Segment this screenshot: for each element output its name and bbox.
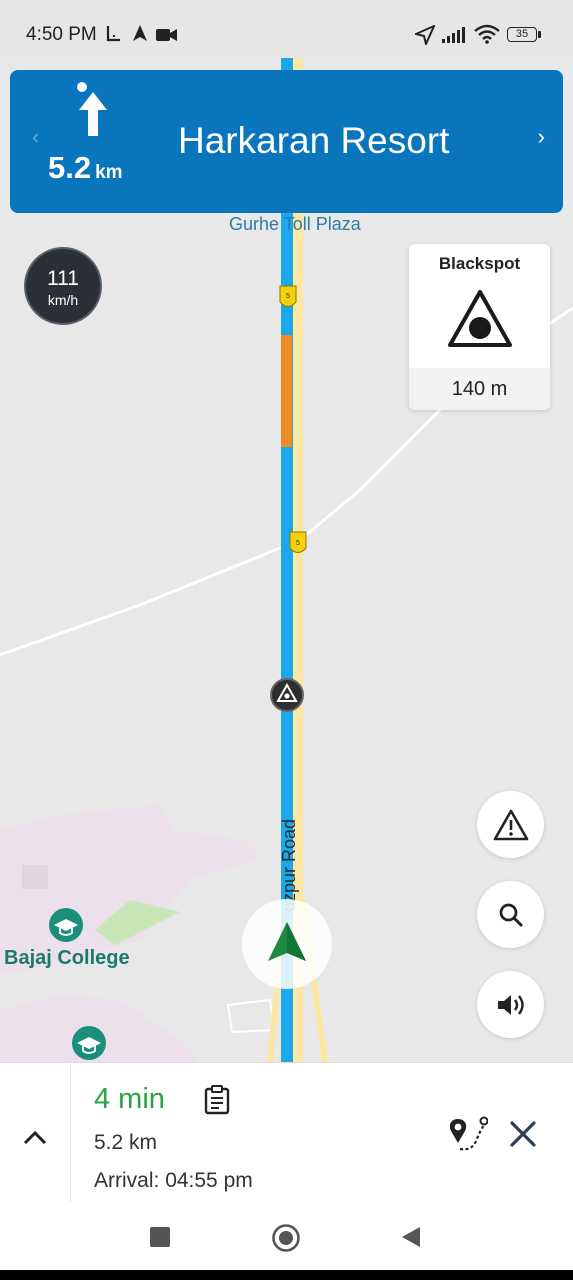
battery-level: 35: [515, 28, 529, 40]
trip-summary-panel: 4 min 5.2 km Arrival: 04:55 pm: [0, 1062, 573, 1203]
battery-tip: [538, 31, 541, 38]
road-label: ozpur Road: [279, 819, 299, 912]
home-button[interactable]: [271, 1223, 301, 1253]
straight-arrow-icon: [77, 82, 107, 136]
back-button[interactable]: [400, 1225, 422, 1249]
poi-label[interactable]: Bajaj College: [4, 947, 130, 970]
cell-signal-icon: [442, 27, 465, 43]
battery-icon: 35: [507, 27, 537, 42]
arrival-label: Arrival:: [94, 1169, 160, 1192]
system-navigation-bar: [0, 1202, 573, 1270]
svg-text:5: 5: [286, 293, 290, 300]
chevron-up-icon: [23, 1130, 47, 1145]
maneuver-distance-value: 5.2: [48, 150, 92, 185]
blackspot-marker-icon[interactable]: [270, 678, 304, 712]
maneuver-distance-unit: km: [95, 162, 123, 183]
search-icon: [499, 903, 522, 926]
search-button[interactable]: [477, 881, 544, 948]
chevron-left-icon[interactable]: ‹: [32, 124, 39, 150]
video-camera-icon: [156, 29, 177, 41]
warning-triangle-icon: [448, 290, 512, 347]
speed-value: 111: [47, 267, 79, 290]
volume-icon: [497, 994, 524, 1015]
highway-shield-icon: 5: [279, 285, 297, 307]
maneuver-distance: 5.2 km: [48, 150, 123, 186]
chevron-right-icon[interactable]: ›: [538, 124, 545, 150]
clipboard-icon[interactable]: [204, 1085, 230, 1115]
speed-unit: km/h: [47, 292, 79, 308]
blackspot-title: Blackspot: [438, 254, 521, 273]
location-arrow-icon: [415, 25, 435, 45]
panel-divider: [70, 1063, 71, 1203]
status-bar: 4:50 PM 35: [0, 0, 573, 58]
wifi-icon: [474, 24, 500, 44]
navigation-arrow-icon: [133, 25, 147, 41]
arrival-info: Arrival: 04:55 pm: [94, 1169, 253, 1193]
blackspot-distance: 140 m: [451, 378, 508, 400]
svg-text:5: 5: [296, 540, 300, 547]
recents-button[interactable]: [150, 1227, 170, 1247]
arrival-time: 04:55 pm: [165, 1169, 253, 1192]
usb-debug-icon: [106, 26, 120, 42]
college-pin-icon[interactable]: [72, 1026, 106, 1060]
college-pin-icon[interactable]: [49, 908, 83, 942]
highway-shield-icon: 5: [289, 531, 307, 553]
close-icon[interactable]: [508, 1119, 538, 1149]
expand-button[interactable]: [12, 1118, 58, 1158]
report-alert-button[interactable]: [477, 791, 544, 858]
navigation-banner[interactable]: ‹ 5.2 km Harkaran Resort ›: [10, 70, 563, 213]
blackspot-alert-card[interactable]: Blackspot 140 m: [409, 244, 550, 410]
volume-button[interactable]: [477, 971, 544, 1038]
status-time: 4:50 PM: [26, 24, 97, 45]
trip-duration: 4 min: [94, 1083, 165, 1115]
trip-distance: 5.2 km: [94, 1131, 158, 1154]
current-position-icon: [242, 899, 332, 989]
navigation-screen: 5 5 ozpur Road Gurhe Toll Plaza Bajaj Co…: [0, 0, 573, 1270]
speed-indicator: 111 km/h: [24, 247, 102, 325]
destination-name: Harkaran Resort: [178, 120, 450, 161]
alert-icon: [493, 809, 528, 840]
blackspot-footer: 140 m: [409, 368, 550, 410]
route-overview-icon[interactable]: [446, 1113, 488, 1157]
toll-plaza-label: Gurhe Toll Plaza: [229, 214, 361, 234]
